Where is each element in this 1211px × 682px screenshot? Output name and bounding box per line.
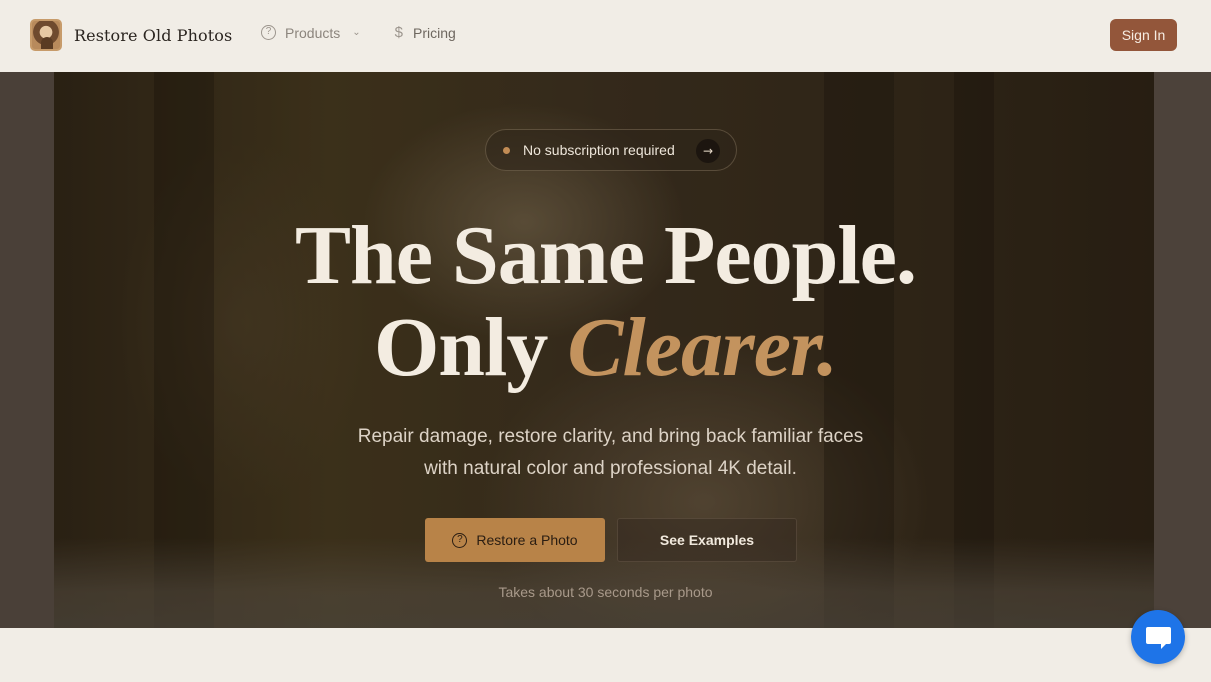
site-header: Restore Old Photos ? Products ⌄ $ Pricin…: [0, 0, 1211, 72]
status-dot: [503, 146, 510, 154]
see-examples-button[interactable]: See Examples: [617, 518, 797, 562]
chevron-down-icon: ⌄: [352, 27, 361, 38]
headline-plain: Only: [373, 301, 548, 394]
hero-subtitle: Repair damage, restore clarity, and brin…: [357, 426, 864, 479]
no-subscription-badge[interactable]: No subscription required →: [485, 129, 737, 171]
restore-photo-button[interactable]: ? Restore a Photo: [425, 518, 605, 562]
hero-headline: The Same People. Only Clearer.: [0, 210, 1211, 394]
processing-time-note: Takes about 30 seconds per photo: [498, 584, 713, 600]
sign-in-button[interactable]: Sign In: [1110, 19, 1177, 51]
nav-item-products[interactable]: ? Products ⌄: [261, 25, 361, 41]
badge-text: No subscription required: [523, 142, 675, 158]
main-nav: ? Products ⌄ $ Pricing: [261, 24, 456, 41]
brand-logo-link[interactable]: Restore Old Photos: [30, 19, 232, 51]
headline-line-1: The Same People.: [295, 209, 917, 302]
headline-line-2: Only Clearer.: [0, 302, 1211, 394]
question-circle-icon: ?: [261, 25, 276, 40]
dollar-icon: $: [394, 24, 403, 41]
brand-name: Restore Old Photos: [74, 25, 233, 45]
hero-section: No subscription required → The Same Peop…: [0, 72, 1211, 628]
restore-photo-label: Restore a Photo: [476, 532, 578, 548]
headline-accent: Clearer.: [567, 301, 838, 394]
nav-item-label: Products: [285, 24, 341, 41]
arrow-right-icon: →: [696, 139, 720, 163]
portrait-photo-icon: [30, 19, 62, 51]
question-circle-icon: ?: [452, 532, 468, 548]
chat-widget-button[interactable]: [1131, 610, 1185, 664]
nav-item-pricing[interactable]: $ Pricing: [395, 24, 456, 41]
chat-bubble-icon: [1146, 627, 1171, 649]
nav-item-label: Pricing: [412, 24, 456, 41]
